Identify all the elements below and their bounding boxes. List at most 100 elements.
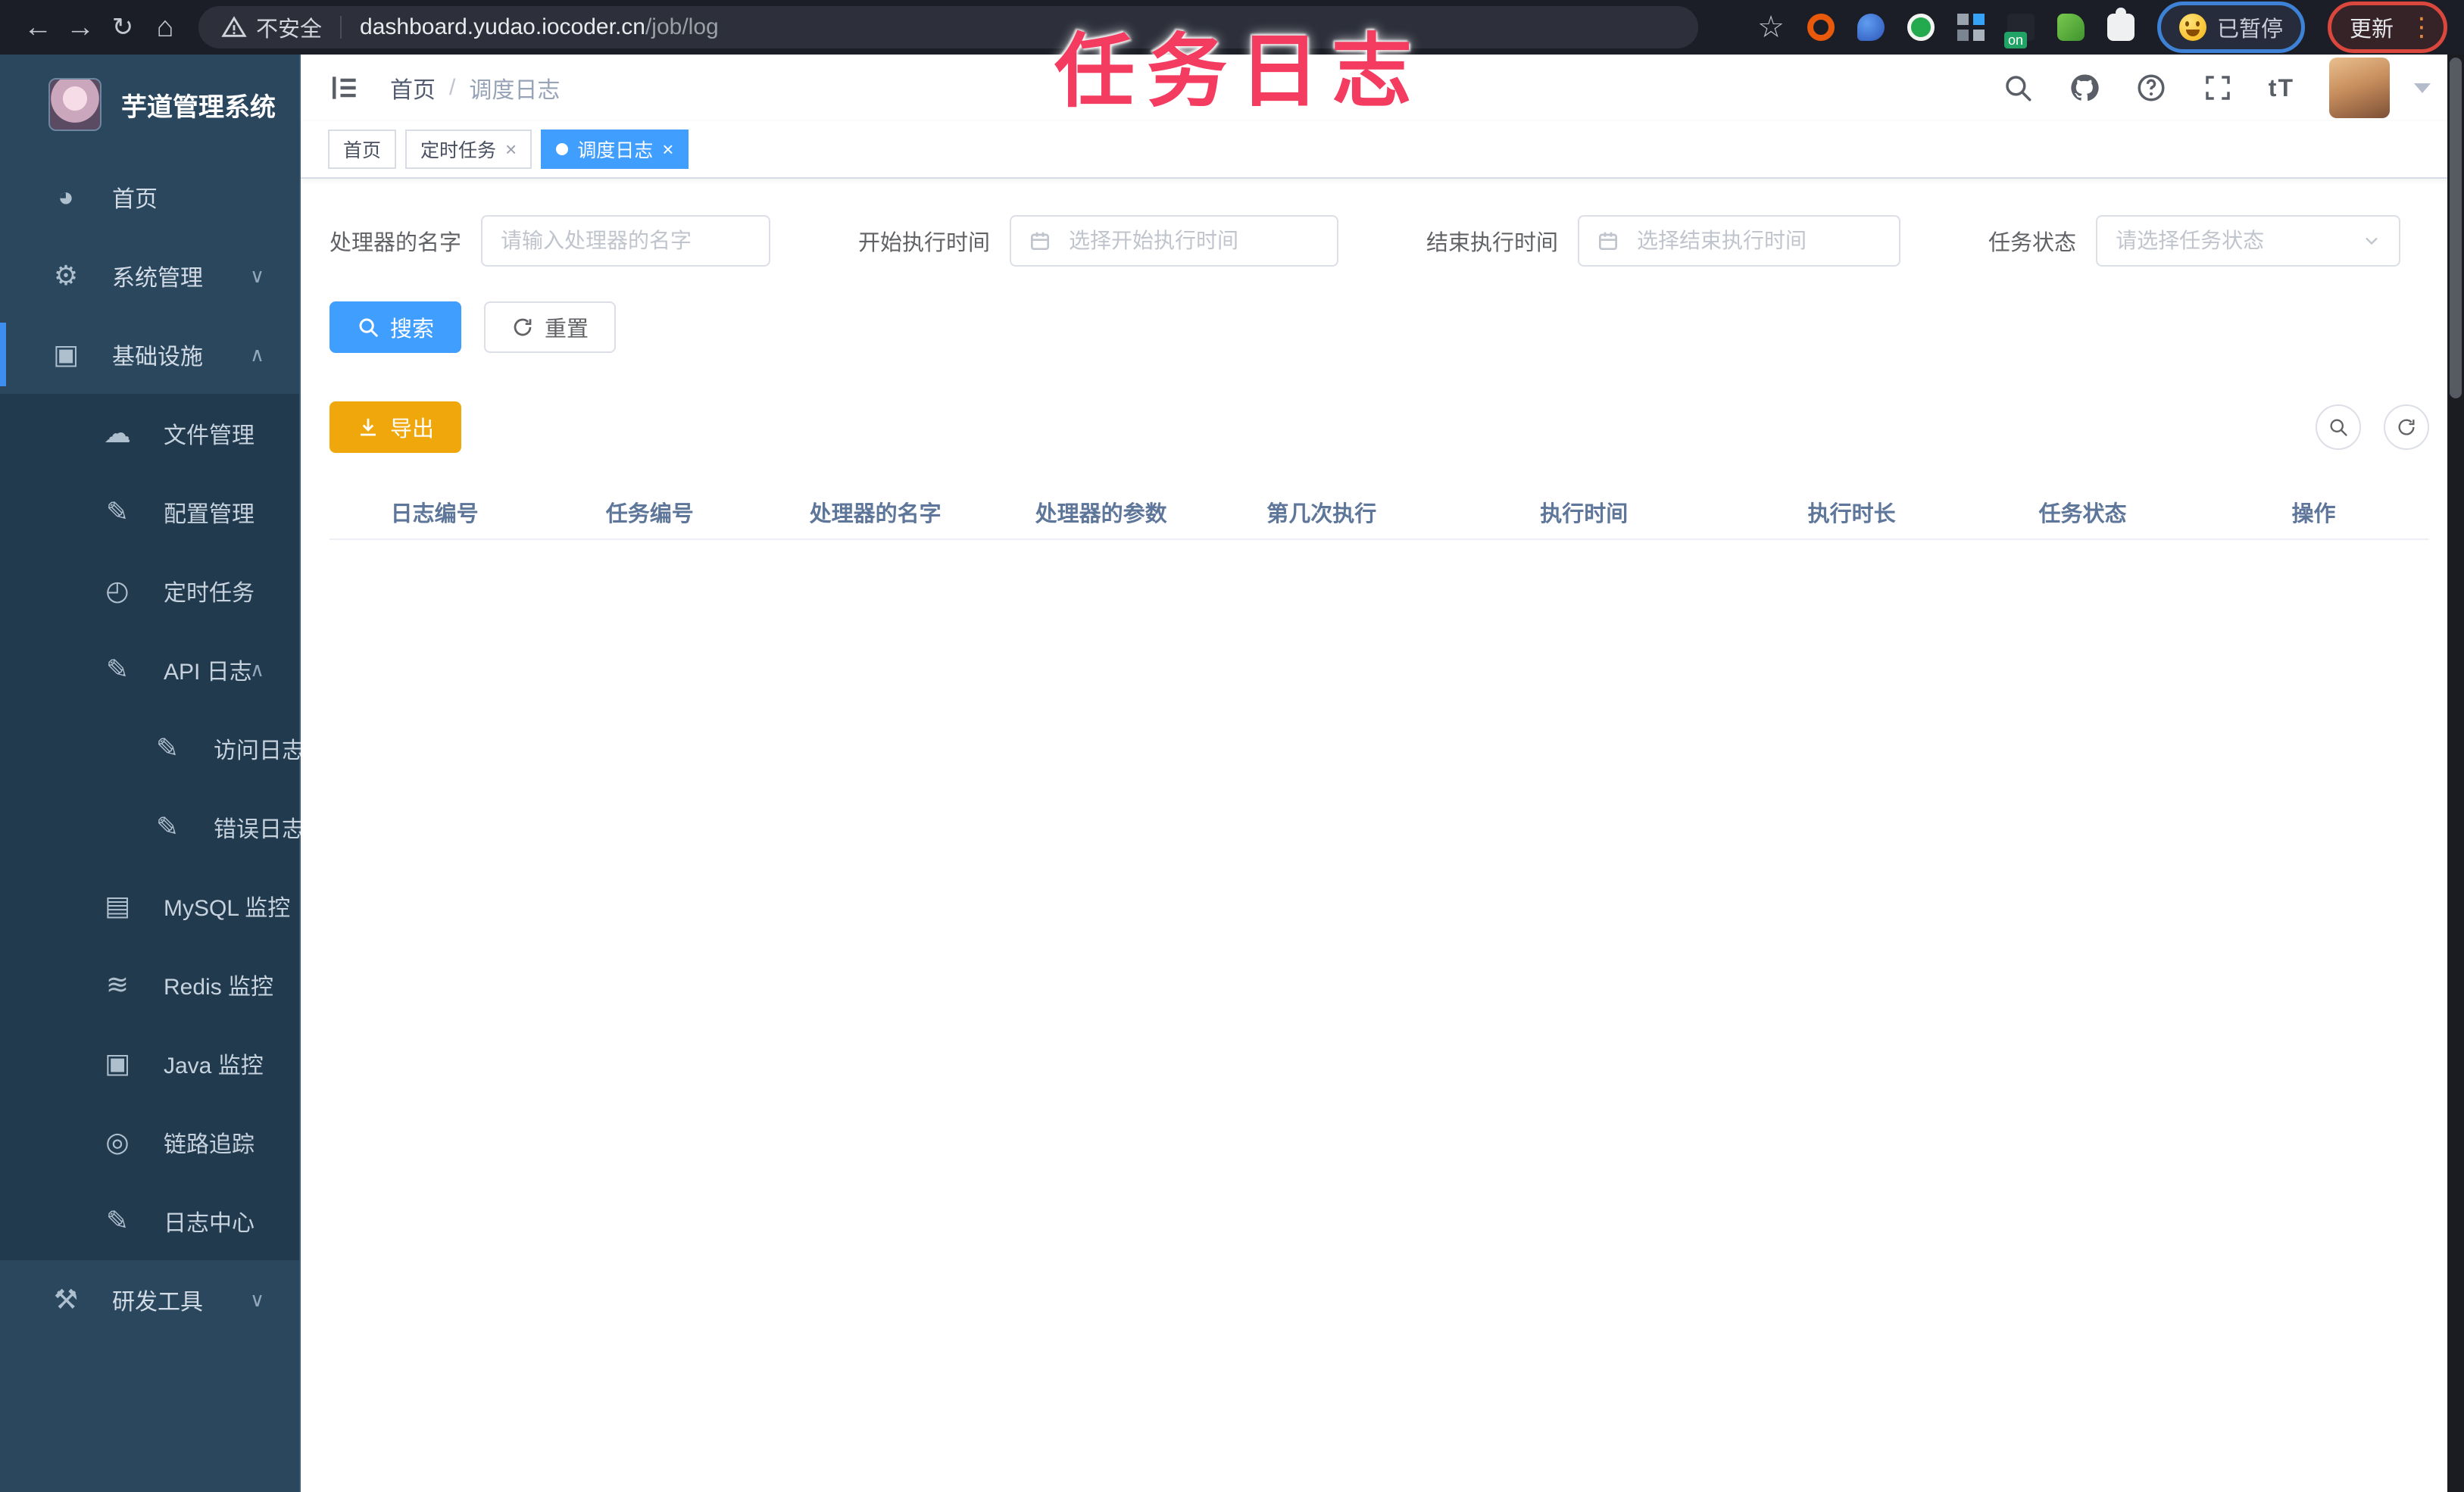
browser-update-button[interactable]: 更新 [2327,2,2447,53]
tab-label: 定时任务 [420,140,497,161]
sidebar-item-redis-monitor[interactable]: ≋ Redis 监控 [0,945,299,1024]
sidebar-item-label: 基础设施 [112,345,203,370]
sidebar-toggle-icon[interactable] [328,71,361,105]
user-avatar[interactable] [2329,58,2390,118]
breadcrumb-current: 调度日志 [469,78,561,103]
back-icon[interactable]: ← [17,6,59,48]
sidebar-item-error-log[interactable]: ✎ 错误日志 [0,788,304,866]
docs-help-icon[interactable] [2135,72,2167,104]
access-log-icon: ✎ [155,732,180,763]
reload-icon[interactable]: ↻ [101,6,144,48]
forward-icon[interactable]: → [59,6,101,48]
sidebar-item-infra[interactable]: ▣ 基础设施 ∧ [0,315,299,394]
log-center-icon: ✎ [105,1205,130,1236]
security-label[interactable]: 不安全 [256,11,322,43]
breadcrumb-home[interactable]: 首页 [390,71,436,105]
page-scrollbar[interactable] [2447,55,2464,1492]
table-header-row: 日志编号 任务编号 处理器的名字 处理器的参数 第几次执行 执行时间 执行时长 任务状态 操作 [329,485,2429,540]
url-divider [340,16,342,39]
orange-ring-extension-icon[interactable] [1807,14,1835,41]
font-size-icon[interactable]: tT [2269,74,2294,102]
end-time-input[interactable] [1578,215,1901,267]
active-tab-dot-icon [556,143,569,155]
sidebar-item-label: 定时任务 [164,581,255,606]
page-content: 处理器的名字 开始执行时间 结束执行时间 [301,179,2464,1492]
column-header: 处理器的名字 [760,485,992,540]
sidebar-item-api-log[interactable]: ✎ API 日志 ∧ [0,630,299,709]
green-circle-extension-icon[interactable] [1907,14,1935,41]
main-area: 首页 / 调度日志 tT 首页 定时任务 × 调度日志 × 处理器的名字 请输入… [301,55,2464,1492]
export-button-label: 导出 [390,417,435,442]
green-leaf-extension-icon[interactable] [2056,14,2085,41]
sidebar-item-config-manage[interactable]: ✎ 配置管理 [0,473,299,551]
url-host[interactable]: dashboard.yudao.iocoder.cn [360,14,645,40]
sidebar-item-label: 文件管理 [164,423,255,448]
breadcrumb-separator: / [449,75,456,100]
sidebar-item-log-center[interactable]: ✎ 日志中心 [0,1181,299,1260]
github-icon[interactable] [2069,72,2100,104]
tags-view-bar: 首页 定时任务 × 调度日志 × [301,121,2464,179]
tab-close-icon[interactable]: × [662,138,673,161]
grid-extension-icon[interactable] [1957,14,1985,41]
sidebar-item-file-manage[interactable]: ☁ 文件管理 [0,394,299,473]
handler-name-label: 处理器的名字 [329,231,462,255]
toolbox-icon: ⚒ [53,1284,79,1315]
browser-menu-kebab-icon[interactable] [2409,14,2434,40]
sidebar-item-label: MySQL 监控 [164,896,291,921]
tab-定时任务[interactable]: 定时任务 × [405,130,532,169]
app-logo-row[interactable]: 芋道管理系统 [48,68,299,141]
handler-name-input[interactable] [481,215,771,267]
not-secure-warning-icon [221,14,247,40]
reset-button-label: 重置 [545,317,589,342]
job-status-select[interactable] [2096,215,2401,267]
toggle-search-button[interactable] [2316,404,2361,450]
profile-paused-badge[interactable]: 已暂停 [2156,2,2305,53]
bookmark-star-icon[interactable] [1757,10,1785,45]
export-button[interactable]: 导出 [329,401,462,453]
mysql-monitor-icon: ▤ [104,890,130,921]
tab-close-icon[interactable]: × [505,138,517,161]
search-button-label: 搜索 [390,317,435,342]
begin-time-input[interactable] [1010,215,1339,267]
refresh-icon [511,316,534,339]
switch-on-extension-icon[interactable]: on [2003,14,2035,48]
blue-drop-extension-icon[interactable] [1857,14,1885,41]
sidebar-item-access-log[interactable]: ✎ 访问日志 [0,709,304,788]
sidebar-item-trace[interactable]: ◎ 链路追踪 [0,1103,299,1181]
sidebar-item-system[interactable]: ⚙ 系统管理 ∨ [0,236,299,315]
extension-badge: on [2003,32,2027,48]
tab-首页[interactable]: 首页 [328,130,397,169]
search-button[interactable]: 搜索 [329,301,462,353]
sidebar-item-label: API 日志 [164,660,252,685]
sidebar-item-label: 配置管理 [164,502,255,527]
breadcrumb: 首页 / 调度日志 [390,71,560,105]
address-bar[interactable]: 不安全 dashboard.yudao.iocoder.cn /job/log [198,6,1698,48]
update-label: 更新 [2349,17,2394,42]
sidebar-item-dev-tools[interactable]: ⚒ 研发工具 ∨ [0,1260,299,1339]
monitor-icon: ▣ [52,339,79,370]
reset-button[interactable]: 重置 [484,301,617,353]
paused-label: 已暂停 [2216,17,2283,42]
sidebar-item-label: 首页 [112,187,158,212]
sidebar-item-label: 访问日志 [214,738,304,763]
scrollbar-thumb[interactable] [2450,58,2462,398]
home-icon[interactable]: ⌂ [144,6,186,48]
sidebar-item-home[interactable]: ◕ 首页 [0,158,299,236]
user-menu-caret-icon[interactable] [2414,83,2431,93]
sidebar-item-label: Redis 监控 [164,975,274,1000]
tab-label: 调度日志 [577,140,654,161]
fullscreen-icon[interactable] [2202,72,2234,104]
puzzle-extension-icon[interactable] [2106,8,2135,41]
timer-icon: ◴ [105,575,130,606]
sidebar-item-java-monitor[interactable]: ▣ Java 监控 [0,1024,299,1103]
column-header: 第几次执行 [1211,485,1432,540]
refresh-table-button[interactable] [2384,404,2429,450]
end-time-label: 结束执行时间 [1426,231,1559,255]
tab-调度日志[interactable]: 调度日志 × [541,130,689,169]
sidebar-item-mysql-monitor[interactable]: ▤ MySQL 监控 [0,866,299,945]
app-title: 芋道管理系统 [121,92,276,122]
url-path[interactable]: /job/log [645,14,719,40]
job-log-table: 日志编号 任务编号 处理器的名字 处理器的参数 第几次执行 执行时间 执行时长 任务状态 操作 [329,485,2429,540]
header-search-icon[interactable] [2002,72,2034,104]
sidebar-item-scheduled-job[interactable]: ◴ 定时任务 [0,551,299,630]
